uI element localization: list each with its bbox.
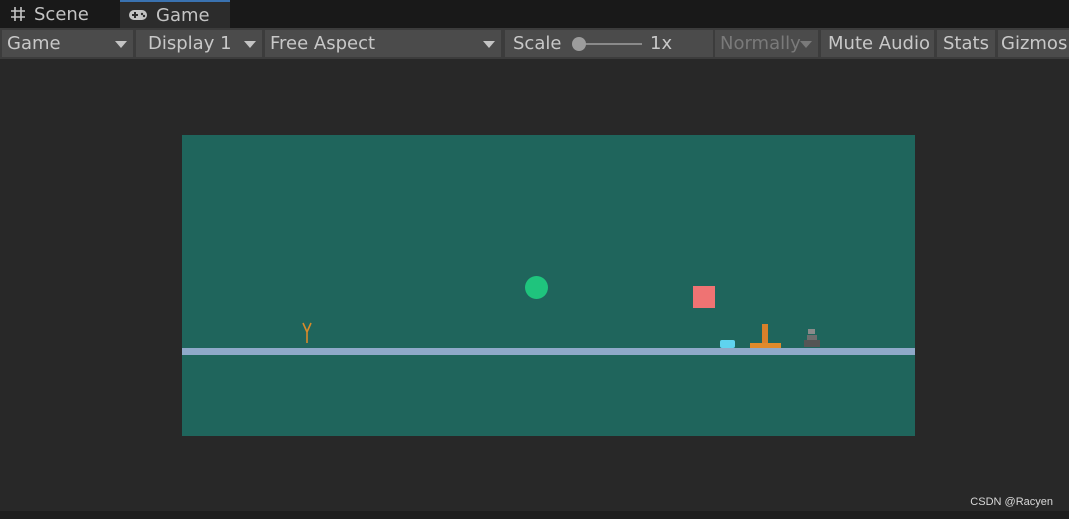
stats-label: Stats (943, 33, 989, 54)
vsync-dropdown[interactable]: Normally (715, 30, 818, 57)
game-view-toolbar: Game Display 1 Free Aspect Scale 1x Norm… (0, 28, 1069, 59)
view-type-label: Game (7, 33, 61, 54)
chevron-down-icon (115, 41, 127, 48)
orange-tee-sprite (750, 324, 782, 353)
chevron-down-icon (244, 41, 256, 48)
scale-control: Scale 1x (505, 30, 713, 57)
slingshot-sprite (302, 321, 312, 347)
tab-game-label: Game (156, 4, 210, 26)
watermark-text: CSDN @Racyen (970, 496, 1053, 508)
aspect-label: Free Aspect (270, 33, 376, 54)
editor-tab-bar: Scene Game (0, 0, 1069, 28)
gamepad-icon (128, 8, 148, 22)
display-dropdown[interactable]: Display 1 (136, 30, 262, 57)
gizmos-button[interactable]: Gizmos (998, 30, 1069, 57)
red-box (693, 286, 715, 308)
mute-audio-label: Mute Audio (828, 33, 930, 54)
vsync-label: Normally (720, 33, 801, 54)
robot-sprite (803, 327, 821, 352)
green-ball (525, 276, 548, 299)
chevron-down-icon (483, 41, 495, 48)
scale-slider-track[interactable] (580, 43, 642, 45)
display-label: Display 1 (148, 33, 232, 54)
chevron-down-icon (800, 41, 812, 48)
cyan-pad (720, 340, 735, 348)
aspect-dropdown[interactable]: Free Aspect (265, 30, 501, 57)
view-type-dropdown[interactable]: Game (2, 30, 133, 57)
game-render-area[interactable] (182, 135, 915, 436)
scale-value: 1x (650, 33, 673, 54)
tab-scene-label: Scene (34, 3, 89, 25)
grid-icon (10, 6, 26, 22)
bottom-edge (0, 511, 1069, 519)
tab-scene[interactable]: Scene (0, 0, 116, 28)
mute-audio-button[interactable]: Mute Audio (821, 30, 934, 57)
tab-game[interactable]: Game (120, 0, 230, 28)
gizmos-label: Gizmos (1001, 33, 1068, 54)
scale-label: Scale (513, 33, 562, 54)
stats-button[interactable]: Stats (937, 30, 995, 57)
scale-slider-thumb[interactable] (572, 37, 586, 51)
